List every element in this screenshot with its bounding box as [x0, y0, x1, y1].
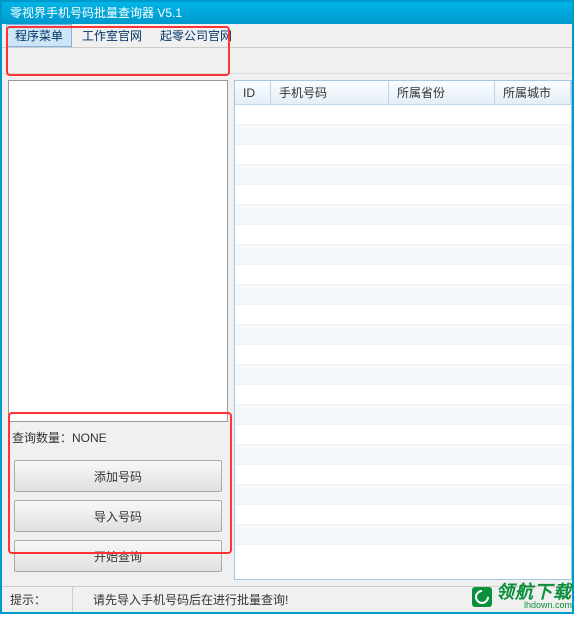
table-row: [235, 525, 571, 545]
table-row: [235, 165, 571, 185]
col-phone[interactable]: 手机号码: [271, 81, 389, 104]
col-city[interactable]: 所属城市: [495, 81, 571, 104]
left-panel: 查询数量：NONE 添加号码 导入号码 开始查询: [2, 74, 234, 586]
start-query-button[interactable]: 开始查询: [14, 540, 222, 572]
query-count-label: 查询数量：: [12, 431, 72, 445]
title-bar: 零视界手机号码批量查询器 V5.1: [2, 2, 572, 24]
toolbar-area: [2, 48, 572, 74]
table-row: [235, 305, 571, 325]
status-bar: 提示： 请先导入手机号码后在进行批量查询!: [2, 586, 572, 612]
status-text: 请先导入手机号码后在进行批量查询!: [72, 587, 572, 612]
menu-studio-site[interactable]: 工作室官网: [74, 25, 150, 46]
table-row: [235, 345, 571, 365]
table-row: [235, 265, 571, 285]
table-row: [235, 385, 571, 405]
table-row: [235, 245, 571, 265]
table-row: [235, 405, 571, 425]
results-table: ID 手机号码 所属省份 所属城市: [234, 80, 572, 580]
right-panel: ID 手机号码 所属省份 所属城市: [234, 74, 572, 586]
add-number-button[interactable]: 添加号码: [14, 460, 222, 492]
status-label: 提示：: [2, 591, 72, 608]
table-row: [235, 145, 571, 165]
table-row: [235, 365, 571, 385]
menu-bar: 程序菜单 工作室官网 起零公司官网: [2, 24, 572, 48]
table-row: [235, 465, 571, 485]
table-row: [235, 445, 571, 465]
table-row: [235, 285, 571, 305]
button-group: 添加号码 导入号码 开始查询: [8, 452, 228, 580]
table-row: [235, 485, 571, 505]
table-row: [235, 105, 571, 125]
main-area: 查询数量：NONE 添加号码 导入号码 开始查询 ID 手机号码 所属省份 所属…: [2, 74, 572, 586]
query-count-value: NONE: [72, 431, 107, 445]
number-list-box[interactable]: [8, 80, 228, 422]
table-row: [235, 205, 571, 225]
table-body[interactable]: [235, 105, 571, 579]
table-row: [235, 185, 571, 205]
app-window: 零视界手机号码批量查询器 V5.1 程序菜单 工作室官网 起零公司官网 查询数量…: [0, 0, 574, 614]
import-number-button[interactable]: 导入号码: [14, 500, 222, 532]
table-row: [235, 325, 571, 345]
table-row: [235, 225, 571, 245]
col-id[interactable]: ID: [235, 81, 271, 104]
table-row: [235, 505, 571, 525]
table-row: [235, 125, 571, 145]
table-row: [235, 425, 571, 445]
menu-company-site[interactable]: 起零公司官网: [152, 25, 240, 46]
window-title: 零视界手机号码批量查询器 V5.1: [10, 6, 182, 20]
query-count: 查询数量：NONE: [8, 428, 228, 448]
menu-program[interactable]: 程序菜单: [6, 24, 72, 47]
table-header: ID 手机号码 所属省份 所属城市: [235, 81, 571, 105]
col-province[interactable]: 所属省份: [389, 81, 495, 104]
